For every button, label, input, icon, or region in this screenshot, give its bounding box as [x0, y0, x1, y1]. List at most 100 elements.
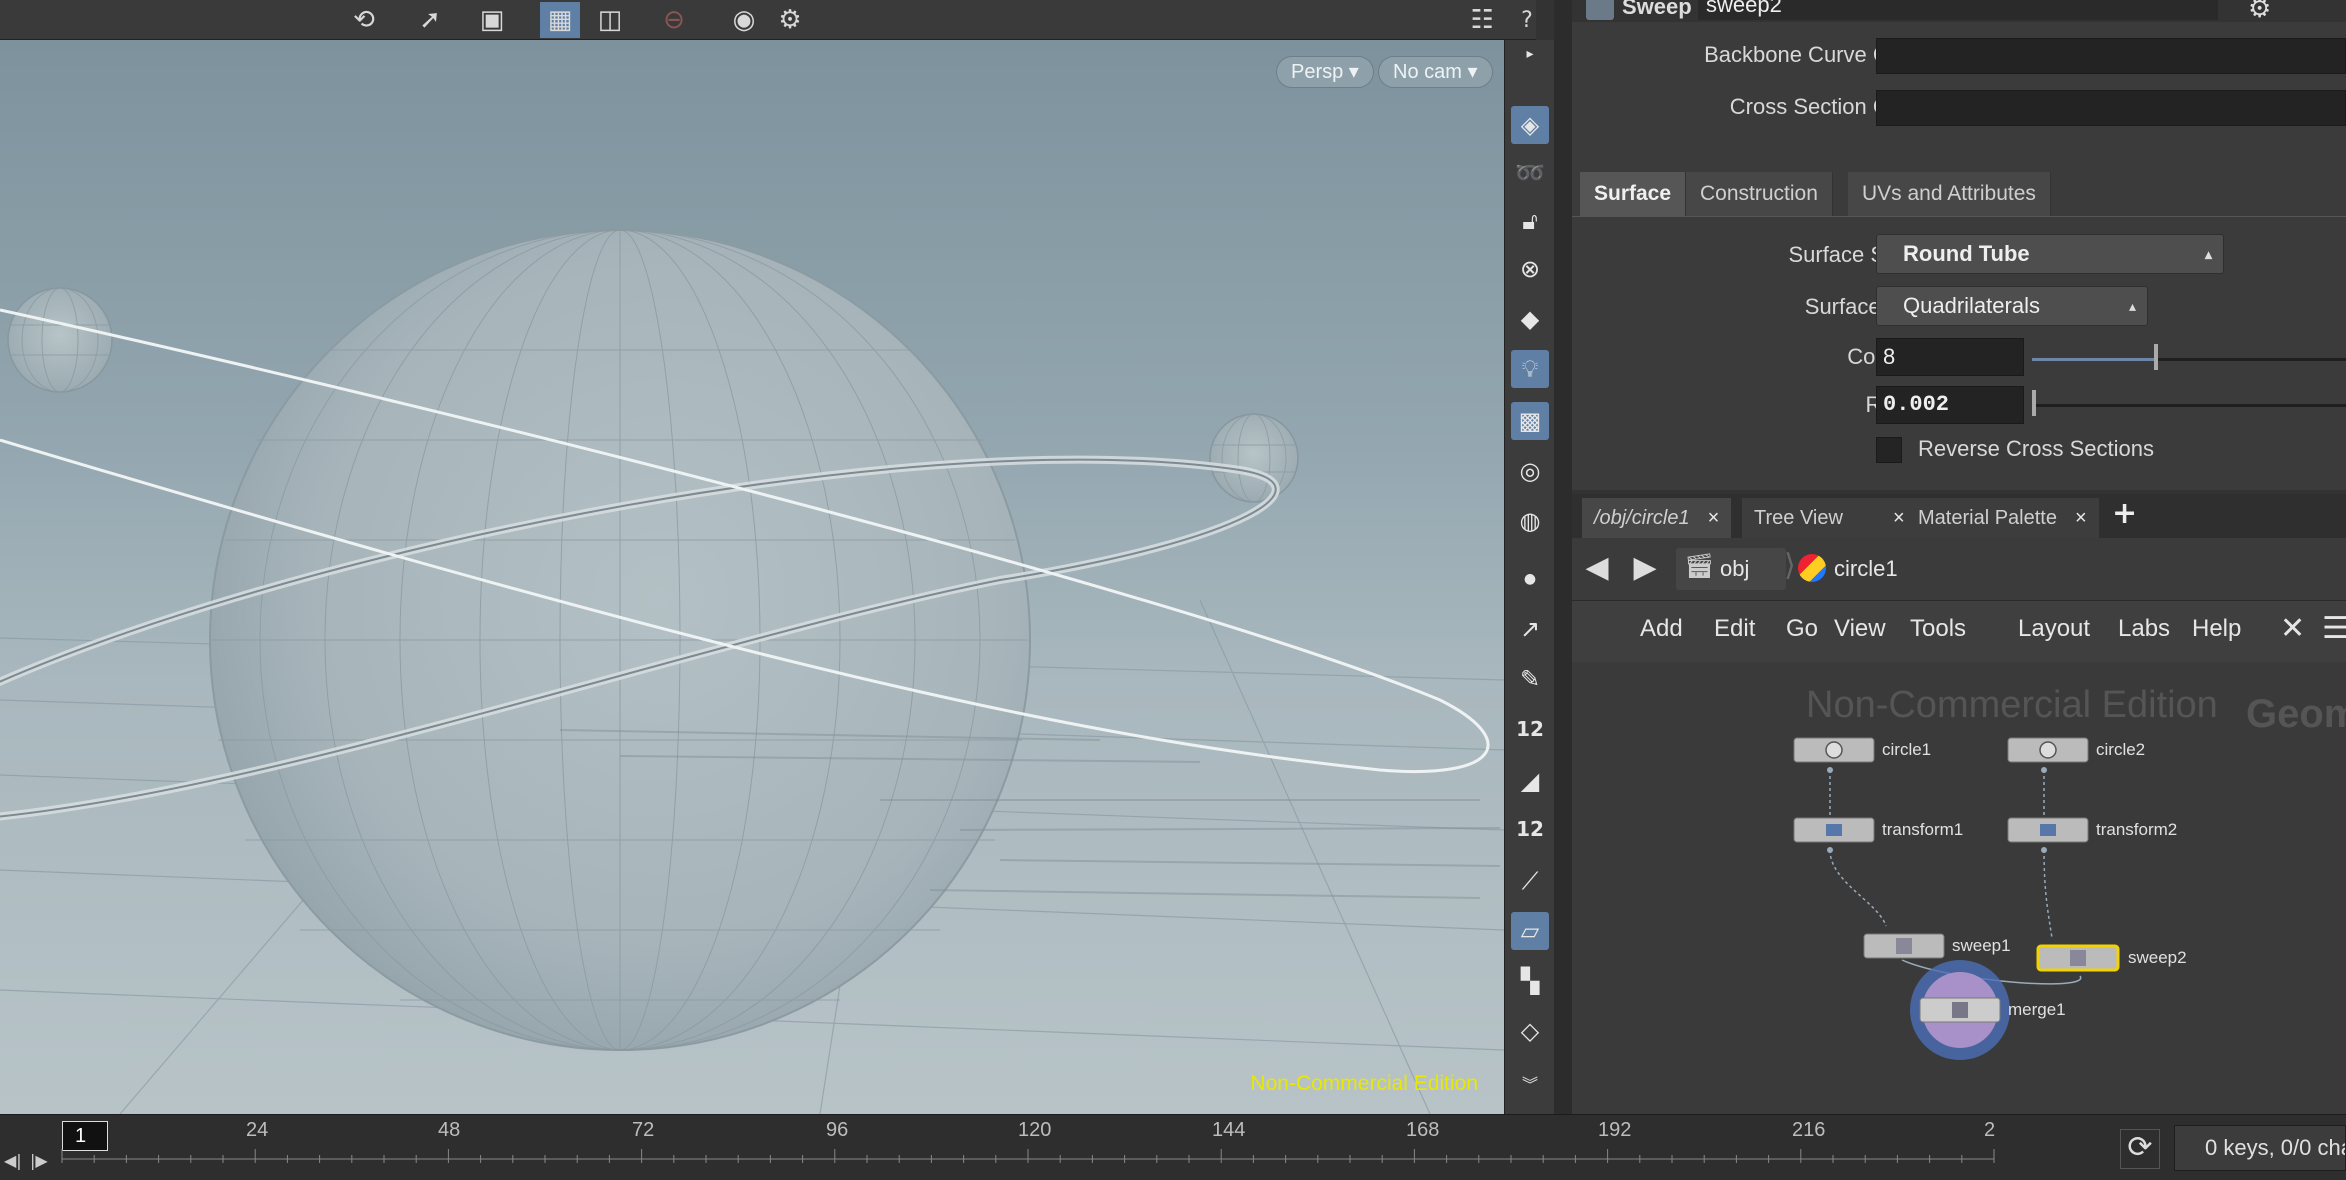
node-merge1[interactable]	[1910, 960, 2010, 1060]
close-icon[interactable]: ×	[1708, 507, 1720, 529]
node-circle1[interactable]	[1793, 737, 1875, 773]
surface-type-menu[interactable]: Quadrilaterals ▴	[1876, 286, 2148, 326]
menu-tools[interactable]: Tools	[1910, 615, 1966, 643]
small-sphere-right	[1209, 413, 1299, 503]
timeline-tick-label: 144	[1212, 1119, 1246, 1141]
node-type-label: Sweep	[1622, 0, 1692, 19]
tab-construction[interactable]: Construction	[1686, 172, 1833, 216]
node-label-circle1: circle1	[1882, 740, 1932, 759]
scene-view	[0, 229, 1504, 1114]
menu-labs[interactable]: Labs	[2118, 615, 2170, 643]
tab-body-divider	[1572, 216, 2346, 217]
menu-go[interactable]: Go	[1786, 615, 1818, 643]
edge-icon[interactable]: ⟋	[1511, 862, 1549, 900]
ghost-eye-icon[interactable]: ◍	[1511, 502, 1549, 540]
light-diamond-icon[interactable]: ◆	[1511, 300, 1549, 338]
surface-shape-menu[interactable]: Round Tube ▴	[1876, 234, 2224, 274]
primitive-icon[interactable]: ◢	[1511, 762, 1549, 800]
tab-material-palette[interactable]: Material Palette ×	[1906, 498, 2099, 538]
back-arrow-icon[interactable]: ◀	[1578, 550, 1616, 588]
primitive-numbers-icon[interactable]: 12	[1511, 810, 1549, 848]
realtime-sync-icon[interactable]: ⟳	[2120, 1129, 2160, 1169]
pane-divider[interactable]	[1554, 0, 1572, 1114]
select-tool-icon[interactable]: ➚	[412, 2, 448, 38]
node-transform2[interactable]	[2007, 817, 2089, 853]
parameter-pane: Sweep sweep2 ⚙ Backbone Curve Group Cros…	[1572, 0, 2346, 490]
breadcrumb-circle1[interactable]: circle1	[1794, 548, 1964, 590]
timeline-tick-label: 48	[438, 1119, 461, 1141]
point-display-icon[interactable]: ●	[1511, 560, 1549, 598]
curve-tool-icon[interactable]: ➿	[1511, 154, 1549, 192]
menu-add[interactable]: Add	[1640, 615, 1683, 643]
sweep-node-icon	[1586, 0, 1614, 20]
snapshot-icon[interactable]: ◫	[592, 2, 628, 38]
close-icon[interactable]: ×	[1893, 507, 1905, 529]
param-header: Sweep sweep2 ⚙	[1572, 0, 2346, 24]
camera-icon[interactable]: ◉	[726, 2, 762, 38]
radius-field[interactable]: 0.002	[1876, 386, 2024, 424]
timeline-ruler	[61, 1149, 1995, 1163]
node-name-field[interactable]: sweep2	[1698, 0, 2218, 20]
columns-field[interactable]: 8	[1876, 338, 2024, 376]
expand-arrow-icon[interactable]: ▸	[1511, 44, 1549, 64]
menu-help[interactable]: Help	[2192, 615, 2241, 643]
cross-section-group-field[interactable]	[1876, 90, 2346, 126]
columns-slider-thumb[interactable]	[2154, 344, 2159, 370]
breadcrumb-obj[interactable]: 🎬︎ obj	[1676, 548, 1786, 590]
headlight-bulb-icon[interactable]: 💡︎	[1511, 350, 1549, 388]
perspective-menu[interactable]: Persp ▾	[1276, 56, 1374, 88]
gear-icon[interactable]: ⚙	[2248, 0, 2271, 24]
layout-icon[interactable]: ☷	[1466, 2, 1498, 38]
forward-arrow-icon[interactable]: ▶	[1626, 550, 1664, 588]
timeline-tick-label: 72	[632, 1119, 655, 1141]
path-bar: ◀ ▶ 🎬︎ obj ⟩ circle1	[1572, 538, 2346, 600]
node-label-transform1: transform1	[1882, 820, 1964, 839]
radius-slider[interactable]	[2032, 404, 2346, 407]
timeline[interactable]: ◀| |▶ 1 24 48 72 96 120 144 168 192 216 …	[0, 1114, 2346, 1180]
list-icon[interactable]: ☰	[2322, 611, 2346, 646]
lock-icon[interactable]: 🔓︎	[1511, 202, 1549, 240]
tab-uvs-and-attributes[interactable]: UVs and Attributes	[1848, 172, 2051, 216]
close-circle-icon[interactable]: ⊗	[1511, 250, 1549, 288]
radius-slider-thumb[interactable]	[2032, 390, 2036, 416]
backbone-group-field[interactable]	[1876, 38, 2346, 74]
brush-icon[interactable]: ✎	[1511, 660, 1549, 698]
menu-edit[interactable]: Edit	[1714, 615, 1755, 643]
clapper-icon: 🎬︎	[1684, 552, 1715, 580]
wrench-icon[interactable]: ✕	[2280, 611, 2305, 646]
node-label-transform2: transform2	[2096, 820, 2178, 839]
camera-menu[interactable]: No cam ▾	[1378, 56, 1493, 88]
node-circle2[interactable]	[2007, 737, 2089, 773]
node-sweep1[interactable]	[1863, 933, 1945, 959]
checker-icon[interactable]: ▚	[1511, 962, 1549, 1000]
display-options-icon[interactable]: ◈	[1511, 106, 1549, 144]
more-chevron-icon[interactable]: ︾	[1511, 1064, 1549, 1102]
stop-icon[interactable]: ⊖	[656, 2, 692, 38]
node-label-sweep2: sweep2	[2128, 948, 2187, 967]
3d-viewport[interactable]: Persp ▾ No cam ▾ Non-Commercial Edition	[0, 40, 1504, 1114]
help-icon[interactable]: ?	[1512, 2, 1542, 38]
point-numbers-icon[interactable]: 12	[1511, 710, 1549, 748]
uv-diamond-icon[interactable]: ◇	[1511, 1012, 1549, 1050]
timeline-tick-label: 168	[1406, 1119, 1440, 1141]
node-sweep2[interactable]	[2036, 944, 2120, 972]
tab-obj-circle1[interactable]: /obj/circle1 ×	[1582, 498, 1732, 538]
close-icon[interactable]: ×	[2075, 507, 2087, 529]
reverse-cross-sections-checkbox[interactable]	[1876, 437, 1902, 463]
shading-cube-icon[interactable]: ▩	[1511, 402, 1549, 440]
normals-icon[interactable]: ↗	[1511, 610, 1549, 648]
visualizer-eye-icon[interactable]: ◎	[1511, 452, 1549, 490]
menu-layout[interactable]: Layout	[2018, 615, 2090, 643]
timeline-tick-label: 120	[1018, 1119, 1052, 1141]
tab-tree-view[interactable]: Tree View ×	[1742, 498, 1917, 538]
network-editor[interactable]: Non-Commercial Edition Geom circle1 circ…	[1572, 662, 2346, 1114]
snap-grid-icon[interactable]: ▦	[540, 2, 580, 38]
add-tab-plus-icon[interactable]: +	[2112, 496, 2137, 531]
tab-surface[interactable]: Surface	[1580, 172, 1687, 216]
node-transform1[interactable]	[1793, 817, 1875, 853]
menu-view[interactable]: View	[1834, 615, 1886, 643]
render-region-icon[interactable]: ▣	[474, 2, 510, 38]
settings-gear-icon[interactable]: ⚙	[772, 2, 808, 38]
view-tool-icon[interactable]: ⟲	[346, 2, 382, 38]
plane-icon[interactable]: ▱	[1511, 912, 1549, 950]
